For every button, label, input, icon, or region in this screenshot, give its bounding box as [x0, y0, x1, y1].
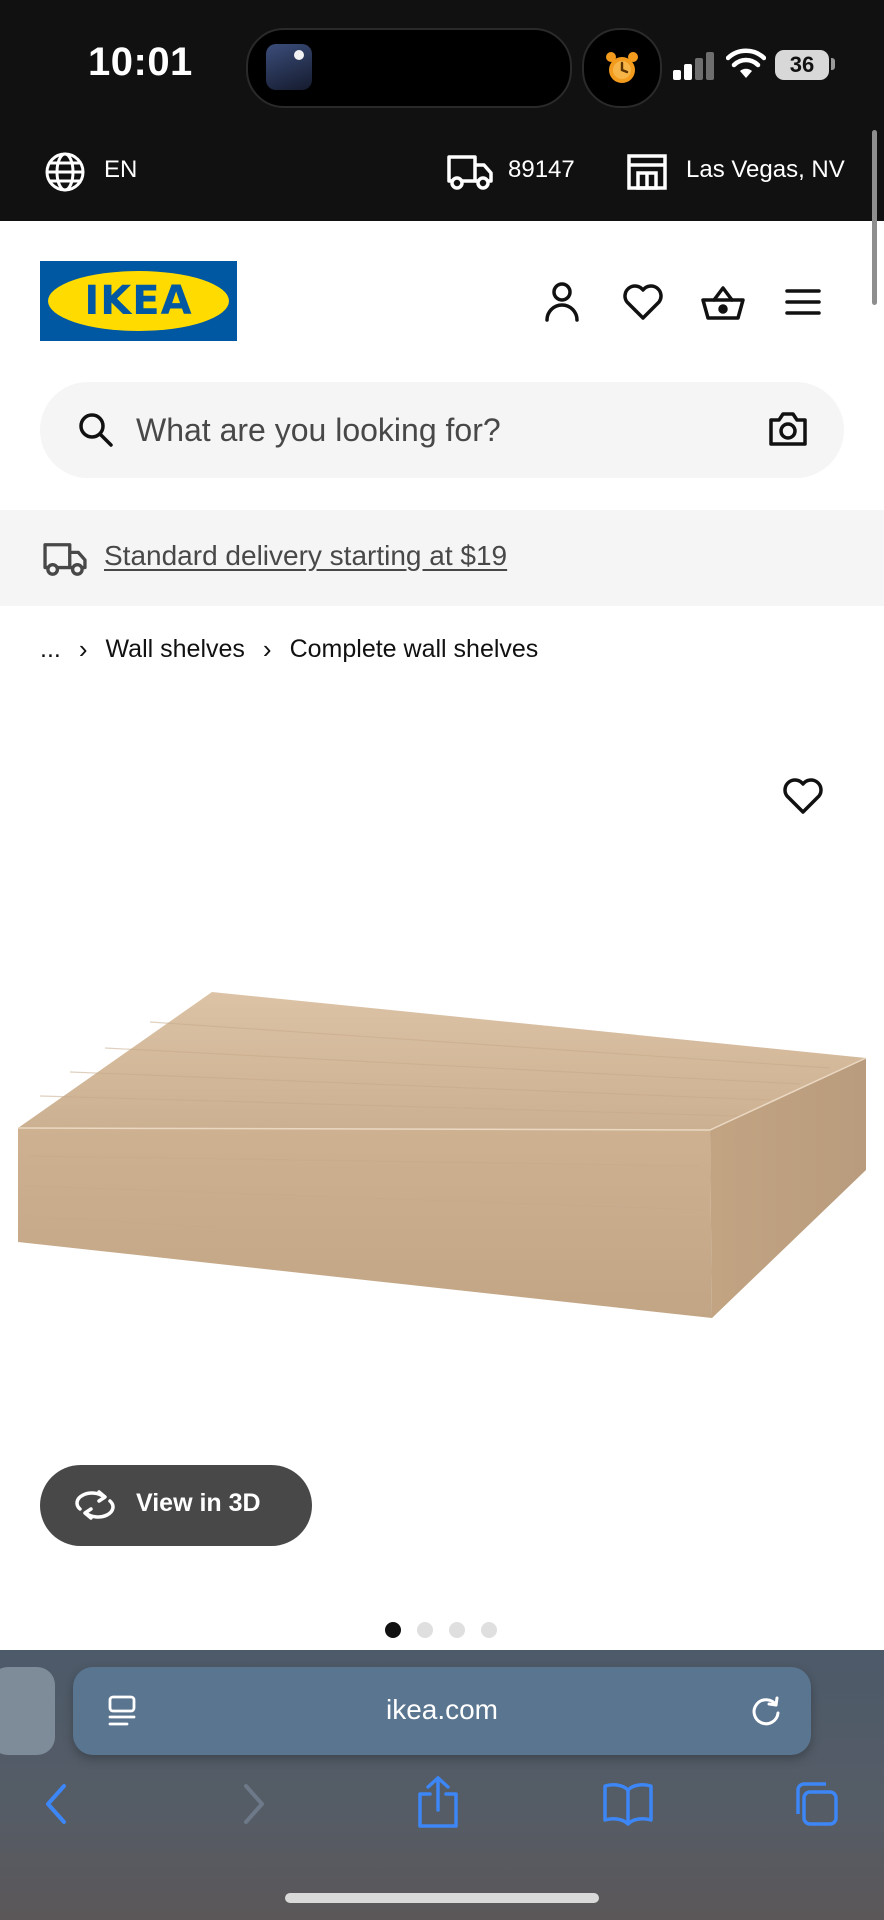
top-bar: 10:01 36 EN 89147 Las Vegas, NV [0, 0, 884, 221]
delivery-truck-icon [42, 540, 88, 583]
gallery-pagination [385, 1622, 497, 1638]
ikea-logo[interactable]: IKEA [40, 261, 237, 341]
gallery-dot-3[interactable] [449, 1622, 465, 1638]
forward-icon[interactable] [234, 1780, 270, 1833]
zip-code[interactable]: 89147 [508, 156, 575, 184]
back-icon[interactable] [40, 1780, 76, 1833]
album-art-icon [266, 44, 312, 90]
camera-icon[interactable] [768, 410, 808, 453]
breadcrumb-item-complete-wall-shelves[interactable]: Complete wall shelves [290, 635, 539, 664]
status-time: 10:01 [88, 40, 193, 84]
breadcrumb: ... › Wall shelves › Complete wall shelv… [40, 634, 538, 665]
alarm-clock-icon [582, 28, 662, 108]
gallery-dot-2[interactable] [417, 1622, 433, 1638]
account-icon[interactable] [540, 280, 584, 324]
search-input[interactable]: What are you looking for? [136, 412, 501, 449]
store-location[interactable]: Las Vegas, NV [686, 156, 845, 184]
store-icon[interactable] [626, 152, 668, 195]
home-indicator[interactable] [285, 1893, 599, 1903]
breadcrumb-item-ellipsis[interactable]: ... [40, 635, 61, 664]
view-in-3d-label: View in 3D [136, 1489, 261, 1517]
bookmarks-icon[interactable] [602, 1780, 654, 1831]
url-text[interactable]: ikea.com [73, 1694, 811, 1726]
browser-toolbar: ikea.com [0, 1650, 884, 1920]
delivery-truck-icon[interactable] [446, 152, 494, 197]
logo-text: IKEA [84, 278, 193, 324]
rotate-3d-icon [74, 1489, 116, 1526]
share-icon[interactable] [414, 1774, 462, 1835]
gallery-dot-4[interactable] [481, 1622, 497, 1638]
heart-icon[interactable] [621, 280, 665, 324]
search-bar[interactable]: What are you looking for? [40, 382, 844, 478]
page-scrollbar[interactable] [872, 130, 877, 305]
product-image-wall-shelf[interactable] [0, 960, 884, 1345]
battery-indicator: 36 [775, 50, 829, 80]
view-in-3d-button[interactable]: View in 3D [40, 1465, 312, 1546]
globe-icon[interactable] [44, 151, 86, 198]
cellular-signal-icon [673, 52, 714, 80]
battery-tip [831, 58, 835, 70]
address-bar[interactable]: ikea.com [73, 1667, 811, 1755]
basket-icon[interactable] [700, 280, 745, 324]
delivery-link[interactable]: Standard delivery starting at $19 [104, 540, 507, 572]
gallery-dot-1[interactable] [385, 1622, 401, 1638]
previous-tab-peek[interactable] [0, 1667, 55, 1755]
breadcrumb-separator: › [78, 634, 88, 664]
breadcrumb-item-wall-shelves[interactable]: Wall shelves [106, 635, 245, 664]
tabs-icon[interactable] [792, 1780, 840, 1833]
search-icon [78, 412, 114, 453]
dynamic-island[interactable] [246, 28, 572, 108]
wifi-icon [725, 48, 767, 85]
add-to-favorites-heart-icon[interactable] [781, 776, 825, 816]
delivery-banner[interactable]: Standard delivery starting at $19 [0, 510, 884, 606]
breadcrumb-separator: › [262, 634, 272, 664]
reload-icon[interactable] [749, 1695, 783, 1734]
language-selector[interactable]: EN [104, 156, 137, 184]
menu-icon[interactable] [781, 280, 825, 324]
